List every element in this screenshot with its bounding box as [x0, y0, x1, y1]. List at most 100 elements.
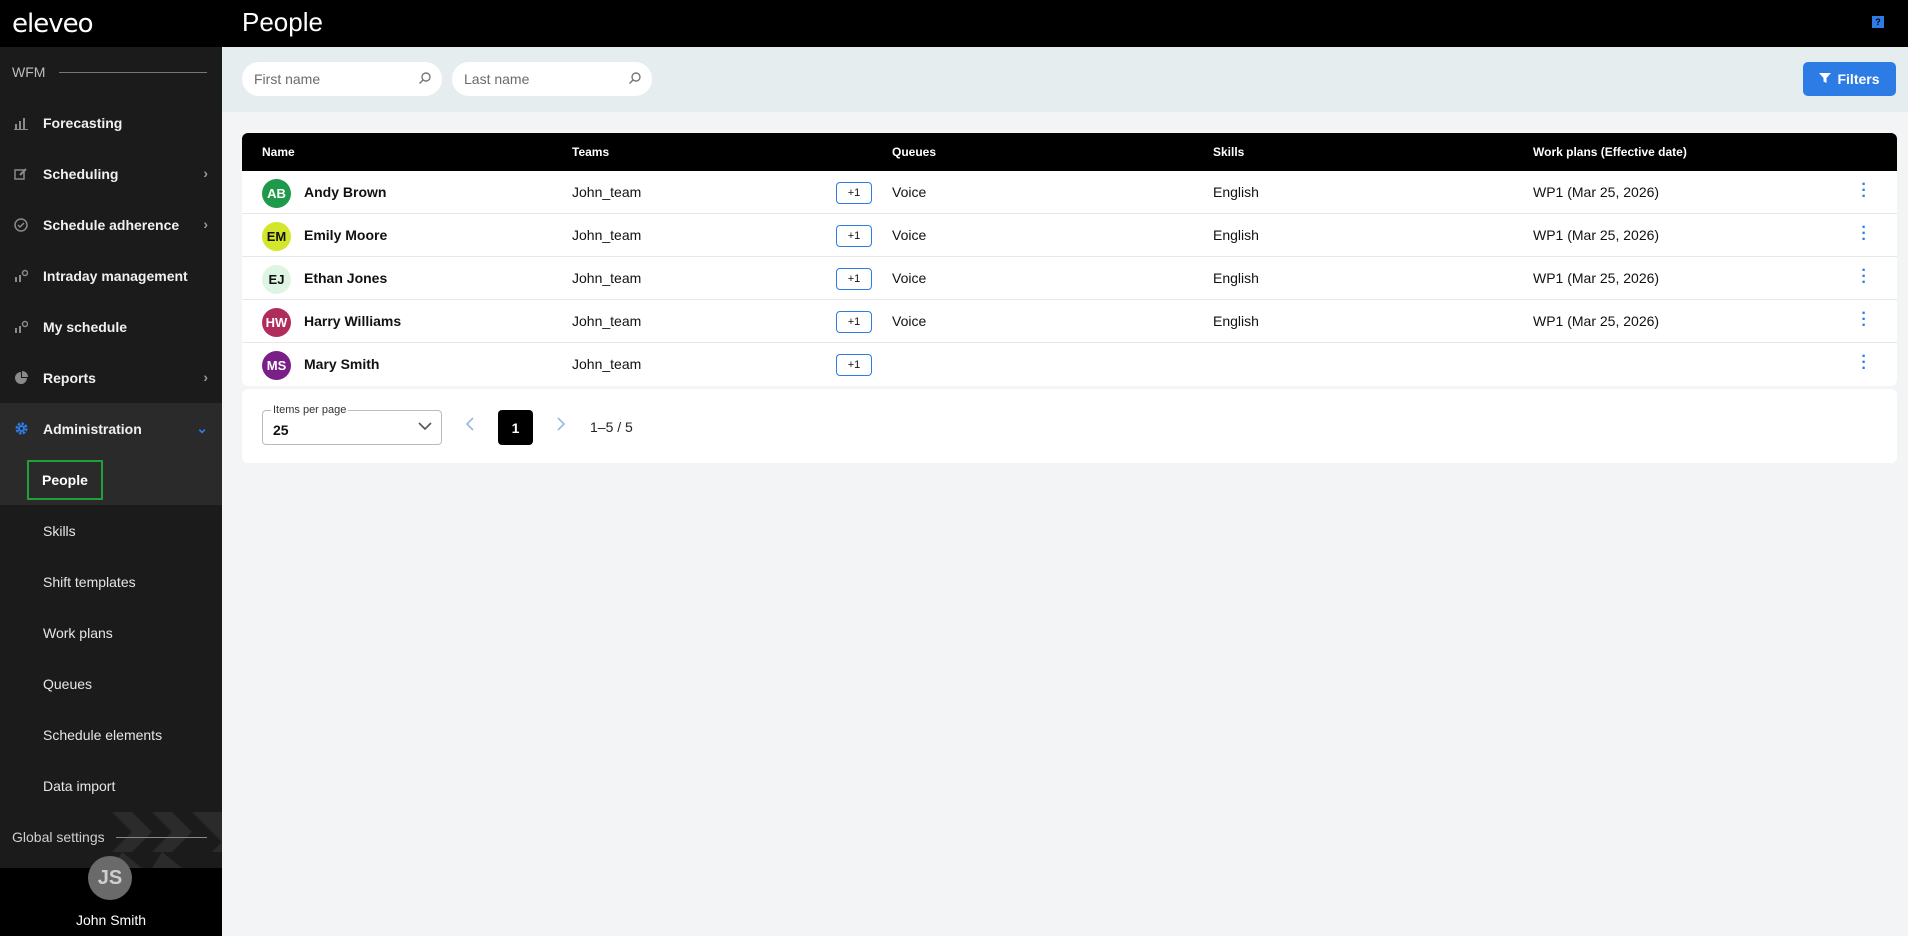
app-logo[interactable]: eleveo	[0, 0, 222, 47]
chevron-right-icon: ›	[203, 216, 208, 232]
sidebar-item-administration[interactable]: Administration ⌄	[0, 403, 222, 454]
search-icon	[628, 71, 642, 88]
pie-chart-icon	[12, 369, 30, 387]
logo-text: eleveo	[12, 8, 94, 39]
more-teams-badge[interactable]: +1	[836, 225, 872, 247]
person-name[interactable]: Harry Williams	[304, 313, 401, 329]
sidebar-item-label: My schedule	[43, 318, 128, 335]
queue-cell: Voice	[892, 270, 927, 286]
table-row[interactable]: HW Harry Williams John_team +1 Voice Eng…	[242, 300, 1897, 343]
items-per-page-label: Items per page	[271, 404, 349, 416]
queue-cell: Voice	[892, 227, 927, 243]
page-title: People	[242, 7, 323, 37]
sidebar-subitem-skills[interactable]: Skills	[0, 505, 222, 556]
sidebar-item-label: Reports	[43, 369, 96, 386]
person-name[interactable]: Andy Brown	[304, 184, 386, 200]
work-plan-cell: WP1 (Mar 25, 2026)	[1533, 227, 1660, 243]
sidebar-subitem-shift-templates[interactable]: Shift templates	[0, 556, 222, 607]
pagination: Items per page 25 1 1–5 / 5	[242, 389, 1897, 463]
team-cell: John_team	[572, 356, 642, 372]
chevron-down-icon	[417, 418, 433, 439]
sidebar-item-forecasting[interactable]: Forecasting	[0, 97, 222, 148]
filters-button-label: Filters	[1837, 71, 1880, 87]
skill-cell: English	[1213, 184, 1259, 200]
help-icon[interactable]: ?	[1872, 16, 1884, 28]
filter-bar: First name Last name Filters	[222, 47, 1908, 112]
items-per-page-value: 25	[273, 422, 289, 438]
table-row[interactable]: EM Emily Moore John_team +1 Voice Englis…	[242, 214, 1897, 257]
page-button-current[interactable]: 1	[498, 410, 533, 445]
person-name[interactable]: Emily Moore	[304, 227, 387, 243]
work-plan-cell: WP1 (Mar 25, 2026)	[1533, 313, 1660, 329]
sidebar-subitem-label: Skills	[43, 522, 76, 539]
sidebar-subitem-people[interactable]: People	[0, 454, 222, 505]
people-table: Name Teams Queues Skills Work plans (Eff…	[242, 133, 1897, 386]
work-plan-cell: WP1 (Mar 25, 2026)	[1533, 184, 1660, 200]
sidebar-item-label: Intraday management	[43, 267, 188, 284]
section-label: WFM	[12, 64, 46, 80]
avatar: EM	[262, 222, 291, 251]
team-cell: John_team	[572, 227, 642, 243]
first-name-search-input[interactable]: First name	[242, 62, 442, 96]
gear-icon	[12, 420, 30, 438]
more-vertical-icon[interactable]: · · ·	[1858, 306, 1870, 334]
section-divider	[59, 71, 207, 73]
sidebar-subitem-label: People	[27, 459, 103, 500]
more-teams-badge[interactable]: +1	[836, 311, 872, 333]
sidebar-item-label: Scheduling	[43, 165, 119, 182]
sidebar-subitem-label: Work plans	[43, 624, 113, 641]
chevron-right-icon: ›	[203, 165, 208, 181]
filter-icon	[1819, 71, 1832, 87]
work-plan-cell: WP1 (Mar 25, 2026)	[1533, 270, 1660, 286]
sidebar-item-intraday-management[interactable]: Intraday management	[0, 250, 222, 301]
sidebar-subitem-label: Data import	[43, 777, 116, 794]
queue-cell: Voice	[892, 313, 927, 329]
sidebar-item-my-schedule[interactable]: My schedule	[0, 301, 222, 352]
sidebar-item-scheduling[interactable]: Scheduling ›	[0, 148, 222, 199]
search-icon	[418, 71, 432, 88]
chevron-down-icon: ⌄	[196, 420, 208, 436]
next-page-button[interactable]	[555, 416, 567, 437]
chart-settings-icon	[12, 318, 30, 336]
person-name[interactable]: Mary Smith	[304, 356, 379, 372]
more-vertical-icon[interactable]: · · ·	[1858, 220, 1870, 248]
team-cell: John_team	[572, 184, 642, 200]
last-name-search-input[interactable]: Last name	[452, 62, 652, 96]
previous-page-button[interactable]	[464, 416, 476, 437]
more-vertical-icon[interactable]: · · ·	[1858, 177, 1870, 205]
person-name[interactable]: Ethan Jones	[304, 270, 387, 286]
avatar: EJ	[262, 265, 291, 294]
column-header-queues[interactable]: Queues	[892, 145, 936, 159]
column-header-work-plans[interactable]: Work plans (Effective date)	[1533, 145, 1687, 159]
avatar: HW	[262, 308, 291, 337]
skill-cell: English	[1213, 270, 1259, 286]
more-teams-badge[interactable]: +1	[836, 354, 872, 376]
more-vertical-icon[interactable]: · · ·	[1858, 349, 1870, 377]
sidebar-subitem-label: Queues	[43, 675, 93, 692]
sidebar-section-wfm: WFM	[0, 47, 222, 97]
sidebar-item-label: Forecasting	[43, 114, 123, 131]
sidebar-item-reports[interactable]: Reports ›	[0, 352, 222, 403]
sidebar-subitem-queues[interactable]: Queues	[0, 658, 222, 709]
table-row[interactable]: MS Mary Smith John_team +1 · · ·	[242, 343, 1897, 386]
avatar: MS	[262, 351, 291, 380]
sidebar-subitem-label: Shift templates	[43, 573, 136, 590]
items-per-page-select[interactable]: Items per page 25	[262, 404, 442, 445]
sidebar-subitem-label: Schedule elements	[43, 726, 163, 743]
more-vertical-icon[interactable]: · · ·	[1858, 263, 1870, 291]
sidebar-item-schedule-adherence[interactable]: Schedule adherence ›	[0, 199, 222, 250]
user-profile[interactable]: JS John Smith	[0, 856, 222, 936]
chart-settings-icon	[12, 267, 30, 285]
more-teams-badge[interactable]: +1	[836, 268, 872, 290]
more-teams-badge[interactable]: +1	[836, 182, 872, 204]
column-header-teams[interactable]: Teams	[572, 145, 609, 159]
sidebar-subitem-work-plans[interactable]: Work plans	[0, 607, 222, 658]
column-header-skills[interactable]: Skills	[1213, 145, 1244, 159]
column-header-name[interactable]: Name	[262, 145, 295, 159]
sidebar-subitem-data-import[interactable]: Data import	[0, 760, 222, 811]
search-placeholder: First name	[254, 71, 321, 87]
table-row[interactable]: AB Andy Brown John_team +1 Voice English…	[242, 171, 1897, 214]
filters-button[interactable]: Filters	[1803, 62, 1896, 96]
sidebar-subitem-schedule-elements[interactable]: Schedule elements	[0, 709, 222, 760]
table-row[interactable]: EJ Ethan Jones John_team +1 Voice Englis…	[242, 257, 1897, 300]
